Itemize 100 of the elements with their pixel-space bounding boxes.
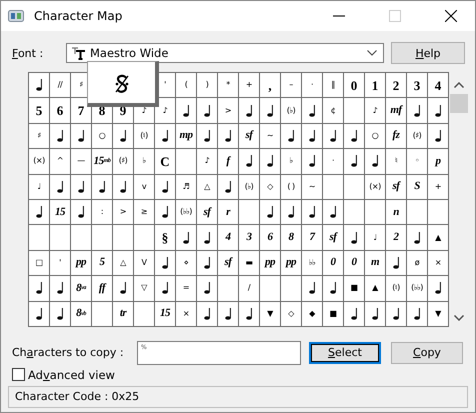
character-cell[interactable]: r — [218, 200, 239, 226]
font-dropdown[interactable]: Maestro Wide — [66, 43, 384, 63]
character-cell[interactable]: m — [365, 250, 386, 276]
character-cell[interactable]: ♬ — [176, 174, 197, 200]
character-cell[interactable]: ▼ — [260, 302, 281, 327]
character-cell[interactable]: ⋄ — [176, 250, 197, 276]
character-cell[interactable]: , — [260, 73, 281, 98]
character-cell[interactable]: § — [155, 225, 176, 251]
character-cell[interactable]: ♭♭ — [302, 250, 323, 276]
character-cell[interactable]: tr — [113, 302, 134, 327]
character-cell[interactable]: // — [50, 73, 71, 98]
character-cell[interactable]: mf — [386, 98, 407, 124]
character-cell[interactable]: ♩ — [29, 174, 50, 200]
character-cell[interactable]: 7 — [302, 225, 323, 251]
character-cell[interactable]: sf — [323, 225, 344, 251]
character-cell[interactable]: ○ — [92, 124, 113, 150]
character-cell[interactable]: sf — [218, 250, 239, 276]
character-cell[interactable]: ■ — [323, 302, 344, 327]
character-cell[interactable]: □ — [29, 250, 50, 276]
character-cell[interactable]: = — [176, 276, 197, 302]
character-cell[interactable]: + — [428, 174, 449, 200]
character-cell[interactable]: 0 — [344, 73, 365, 98]
character-cell[interactable]: 2 — [386, 225, 407, 251]
character-cell[interactable]: × — [176, 302, 197, 327]
character-cell[interactable]: 5 — [92, 250, 113, 276]
character-cell[interactable]: 3 — [239, 225, 260, 251]
character-cell[interactable]: △ — [197, 174, 218, 200]
character-cell[interactable]: ( ) — [281, 174, 302, 200]
character-cell[interactable]: : — [92, 200, 113, 226]
character-cell[interactable]: 8 — [281, 225, 302, 251]
character-cell[interactable]: × — [428, 250, 449, 276]
character-cell[interactable]: ∼ — [260, 124, 281, 150]
character-cell[interactable]: ♪ — [365, 98, 386, 124]
character-cell[interactable]: ▽ — [134, 276, 155, 302]
character-cell[interactable]: 2 — [386, 73, 407, 98]
character-cell[interactable]: ø — [407, 250, 428, 276]
dialog-button[interactable]: Select — [309, 342, 381, 364]
character-cell[interactable]: △ — [113, 250, 134, 276]
character-cell[interactable]: ♯ — [29, 124, 50, 150]
character-cell[interactable]: (♯) — [407, 124, 428, 150]
character-cell[interactable]: ♩ — [365, 225, 386, 251]
character-cell[interactable]: ( — [176, 73, 197, 98]
character-cell[interactable]: ◆ — [302, 302, 323, 327]
character-cell[interactable]: ≥ — [134, 200, 155, 226]
character-cell[interactable]: · — [302, 73, 323, 98]
character-cell[interactable]: + — [239, 73, 260, 98]
character-cell[interactable]: C — [155, 149, 176, 175]
character-cell[interactable]: / — [239, 276, 260, 302]
character-cell[interactable]: ◇ — [260, 174, 281, 200]
character-cell[interactable]: ff — [92, 276, 113, 302]
character-cell[interactable]: ^ — [50, 149, 71, 175]
character-cell[interactable]: ' — [50, 250, 71, 276]
character-cell[interactable]: (♭) — [239, 174, 260, 200]
character-cell[interactable]: ○ — [365, 124, 386, 150]
character-cell[interactable]: 4 — [428, 73, 449, 98]
character-cell[interactable]: 6 — [260, 225, 281, 251]
character-cell[interactable]: 4 — [218, 225, 239, 251]
character-cell[interactable]: 0 — [344, 250, 365, 276]
character-cell[interactable]: (×) — [365, 174, 386, 200]
help-button[interactable]: Help — [391, 42, 465, 64]
character-cell[interactable]: (×) — [29, 149, 50, 175]
character-cell[interactable]: ♭ — [281, 149, 302, 175]
character-cell[interactable]: (♭♭) — [176, 200, 197, 226]
character-cell[interactable]: ◇ — [281, 302, 302, 327]
character-cell[interactable]: 7 — [71, 98, 92, 124]
character-cell[interactable]: sf — [386, 174, 407, 200]
character-cell[interactable]: fz — [386, 124, 407, 150]
character-cell[interactable]: pp — [71, 250, 92, 276]
character-cell[interactable]: 15$^{mb}$ — [92, 149, 113, 175]
character-cell[interactable]: 6 — [50, 98, 71, 124]
character-cell[interactable]: ♪ — [134, 98, 155, 124]
character-cell[interactable]: · — [323, 149, 344, 175]
character-cell[interactable]: ▲ — [428, 225, 449, 251]
character-cell[interactable]: pp — [260, 250, 281, 276]
character-cell[interactable]: ■ — [344, 276, 365, 302]
character-cell[interactable]: ▲ — [365, 276, 386, 302]
character-cell[interactable]: ' — [155, 73, 176, 98]
character-cell[interactable]: sf — [239, 124, 260, 150]
character-cell[interactable]: ~ — [302, 174, 323, 200]
character-cell[interactable]: ♪ — [155, 98, 176, 124]
character-cell[interactable]: ) — [197, 73, 218, 98]
character-cell[interactable]: ♪ — [197, 149, 218, 175]
character-cell[interactable]: (♭♭) — [407, 276, 428, 302]
advanced-view-label[interactable]: Advanced view — [28, 368, 115, 382]
character-cell[interactable]: 15 — [50, 200, 71, 226]
character-cell[interactable]: > — [113, 200, 134, 226]
character-cell[interactable]: sf — [197, 200, 218, 226]
character-cell[interactable]: > — [218, 98, 239, 124]
character-cell[interactable]: (♮) — [134, 124, 155, 150]
character-cell[interactable]: ▬ — [239, 250, 260, 276]
character-cell[interactable]: ♭ — [134, 149, 155, 175]
character-cell[interactable]: n — [386, 200, 407, 226]
character-cell[interactable]: ▼ — [428, 302, 449, 327]
character-cell[interactable]: 8$^{va}$ — [71, 276, 92, 302]
character-cell[interactable]: ¢ — [323, 98, 344, 124]
character-cell[interactable]: pp — [281, 250, 302, 276]
character-cell[interactable]: ‖ — [323, 73, 344, 98]
character-cell[interactable]: 15 — [155, 302, 176, 327]
dialog-button[interactable]: Copy — [391, 342, 463, 364]
character-cell[interactable]: 3 — [407, 73, 428, 98]
